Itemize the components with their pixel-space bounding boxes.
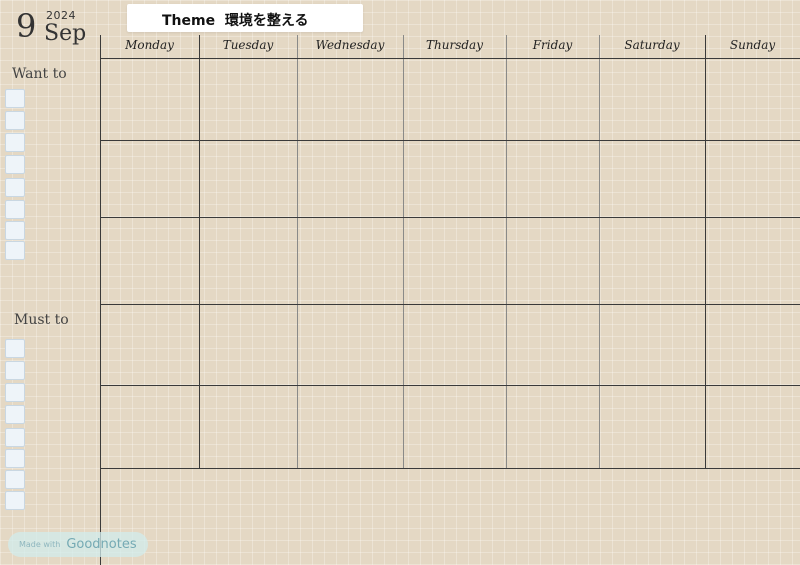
day-header-monday: Monday	[125, 38, 174, 52]
want-checkbox[interactable]	[5, 178, 25, 197]
want-checkbox[interactable]	[5, 133, 25, 152]
theme-value: 環境を整える	[224, 13, 309, 29]
want-checkbox[interactable]	[5, 221, 25, 240]
date-month: Sep	[44, 21, 87, 46]
brand-logo: Goodnotes	[66, 537, 137, 552]
grid-line	[705, 35, 706, 469]
must-checkbox[interactable]	[5, 339, 25, 358]
day-header-friday: Friday	[532, 38, 573, 52]
want-checkbox[interactable]	[5, 89, 25, 108]
grid-line	[100, 304, 800, 305]
grid-line	[599, 35, 600, 469]
grid-line	[297, 35, 298, 469]
day-header-tuesday: Tuesday	[222, 38, 274, 52]
day-header-saturday: Saturday	[624, 38, 680, 52]
theme-text: Theme 環境を整える	[162, 10, 308, 30]
theme-label: Theme	[162, 13, 216, 29]
grid-line	[100, 468, 800, 469]
day-header-thursday: Thursday	[426, 38, 483, 52]
must-checkbox[interactable]	[5, 428, 25, 447]
grid-line	[100, 140, 800, 141]
day-header-wednesday: Wednesday	[315, 38, 385, 52]
grid-line	[199, 35, 200, 469]
date-day: 9	[16, 7, 37, 45]
want-checkbox[interactable]	[5, 200, 25, 219]
want-checkbox[interactable]	[5, 111, 25, 130]
must-checkbox[interactable]	[5, 383, 25, 402]
want-checkbox[interactable]	[5, 241, 25, 260]
grid-line	[506, 35, 507, 469]
grid-line	[100, 35, 101, 565]
grid-line	[100, 58, 800, 59]
grid-line	[100, 385, 800, 386]
must-checkbox[interactable]	[5, 405, 25, 424]
want-to-title: Want to	[12, 66, 67, 82]
must-checkbox[interactable]	[5, 449, 25, 468]
must-checkbox[interactable]	[5, 470, 25, 489]
made-with-badge[interactable]: Made with Goodnotes	[8, 532, 148, 557]
must-to-title: Must to	[14, 312, 69, 328]
day-header-sunday: Sunday	[729, 38, 776, 52]
grid-line	[100, 217, 800, 218]
must-checkbox[interactable]	[5, 361, 25, 380]
want-checkbox[interactable]	[5, 155, 25, 174]
grid-line	[403, 35, 404, 469]
must-checkbox[interactable]	[5, 491, 25, 510]
badge-prefix: Made with	[19, 540, 61, 549]
